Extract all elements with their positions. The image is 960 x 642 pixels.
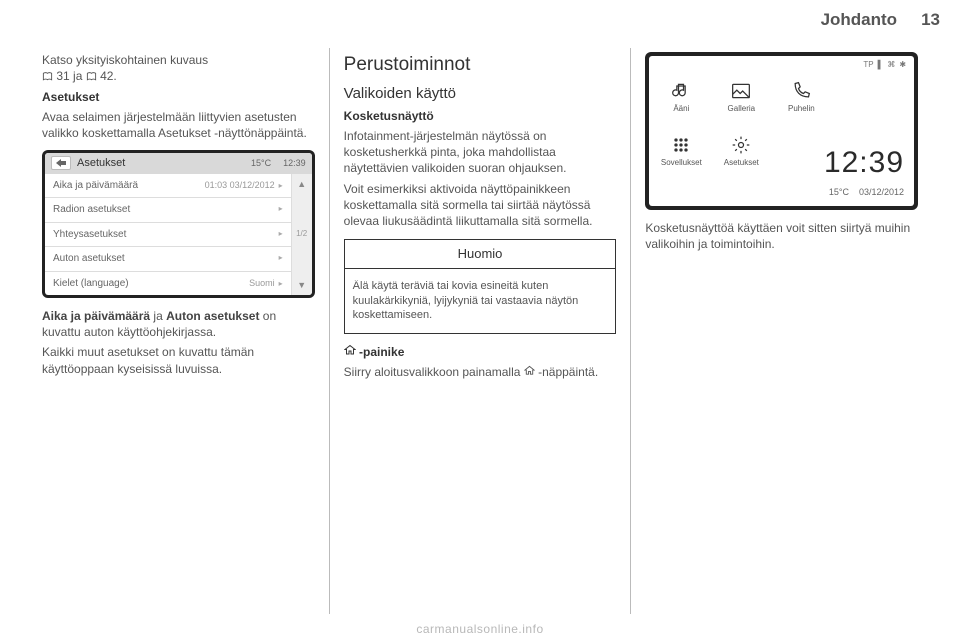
status-icon: ✱ (899, 60, 906, 71)
settings-screenshot: Asetukset 15°C 12:39 Aika ja päivämäärä … (42, 150, 315, 298)
notice-body: Älä käytä teräviä tai kovia esineitä kut… (345, 273, 616, 330)
tile-label: Puhelin (788, 104, 815, 115)
col2-para2: Voit esimerkiksi aktivoida näyttöpainikk… (344, 181, 617, 230)
settings-header: Asetukset 15°C 12:39 (45, 153, 312, 174)
music-note-icon (667, 80, 695, 102)
home-clock: 12:39 (824, 143, 904, 184)
scroll-page-indicator: 1/2 (296, 229, 307, 240)
chevron-right-icon: ▸ (279, 253, 283, 264)
tile-label: Galleria (728, 104, 756, 115)
intro-paragraph: Katso yksityiskohtainen kuvaus 31 ja 42. (42, 52, 315, 85)
page-header: Johdanto 13 (20, 10, 940, 30)
audio-tile[interactable]: Ääni (657, 72, 705, 122)
tp-indicator: TP (863, 60, 873, 71)
notice-title: Huomio (345, 240, 616, 269)
settings-tile[interactable]: Asetukset (717, 126, 765, 176)
scroll-up-icon[interactable]: ▲ (297, 178, 306, 190)
col2-para1: Infotainment-järjestelmän näytössä on ko… (344, 128, 617, 177)
home-date: 03/12/2012 (859, 186, 904, 198)
photo-icon (727, 80, 755, 102)
book-ref-icon (86, 69, 97, 85)
chevron-right-icon: ▸ (279, 181, 283, 192)
chevron-right-icon: ▸ (279, 204, 283, 215)
settings-row[interactable]: Yhteysasetukset ▸ (45, 222, 291, 247)
phone-icon (787, 80, 815, 102)
apps-tile[interactable]: Sovellukset (657, 126, 705, 176)
page-number: 13 (921, 10, 940, 30)
status-bar: TP ▌ ⌘ ✱ (863, 60, 906, 71)
heading-perustoiminnot: Perustoiminnot (344, 52, 617, 78)
tile-label: Sovellukset (661, 158, 702, 169)
settings-row[interactable]: Kielet (language) Suomi▸ (45, 271, 291, 296)
status-icon: ▌ (878, 60, 884, 71)
heading-valikoiden: Valikoiden käyttö (344, 84, 617, 104)
home-icon (524, 365, 538, 379)
chevron-right-icon: ▸ (279, 229, 283, 240)
home-icon (344, 345, 359, 359)
column-1: Katso yksityiskohtainen kuvaus 31 ja 42.… (28, 48, 329, 614)
home-temp: 15°C (829, 186, 849, 198)
settings-scrollbar[interactable]: ▲ 1/2 ▼ (291, 174, 312, 296)
subhead-painike: -painike (344, 344, 617, 360)
apps-grid-icon (667, 134, 695, 156)
subhead-asetukset: Asetukset (42, 89, 315, 105)
settings-row[interactable]: Radion asetukset ▸ (45, 197, 291, 222)
settings-status-time: 12:39 (283, 157, 306, 169)
gallery-tile[interactable]: Galleria (717, 72, 765, 122)
settings-title: Asetukset (77, 156, 245, 171)
col3-para1: Kosketusnäyttöä käyttäen voit sitten sii… (645, 220, 918, 252)
chapter-title: Johdanto (821, 10, 898, 30)
settings-row[interactable]: Aika ja päivämäärä 01:03 03/12/2012▸ (45, 174, 291, 198)
settings-row[interactable]: Auton asetukset ▸ (45, 246, 291, 271)
column-2: Perustoiminnot Valikoiden käyttö Kosketu… (329, 48, 631, 614)
home-screenshot: TP ▌ ⌘ ✱ Ääni (645, 52, 918, 210)
chevron-right-icon: ▸ (279, 279, 283, 290)
settings-status-temp: 15°C (251, 157, 271, 169)
column-3: TP ▌ ⌘ ✱ Ääni (630, 48, 932, 614)
book-ref-icon (42, 69, 53, 85)
status-icon: ⌘ (887, 60, 895, 71)
phone-tile[interactable]: Puhelin (777, 72, 825, 122)
tile-label: Ääni (673, 104, 689, 115)
notice-box: Huomio Älä käytä teräviä tai kovia esine… (344, 239, 617, 334)
watermark: carmanualsonline.info (0, 622, 960, 636)
col1-para1: Avaa selaimen järjestelmään liittyvien a… (42, 109, 315, 141)
tile-label: Asetukset (724, 158, 759, 169)
back-button[interactable] (51, 156, 71, 170)
scroll-down-icon[interactable]: ▼ (297, 279, 306, 291)
col1-para2: Aika ja päivämäärä ja Auton asetukset on… (42, 308, 315, 340)
col1-para3: Kaikki muut asetukset on kuvattu tämän k… (42, 344, 315, 376)
col2-para3: Siirry aloitusvalikkoon painamalla -näpp… (344, 364, 617, 380)
gear-icon (727, 134, 755, 156)
subhead-kosketusnaytto: Kosketusnäyttö (344, 108, 617, 124)
